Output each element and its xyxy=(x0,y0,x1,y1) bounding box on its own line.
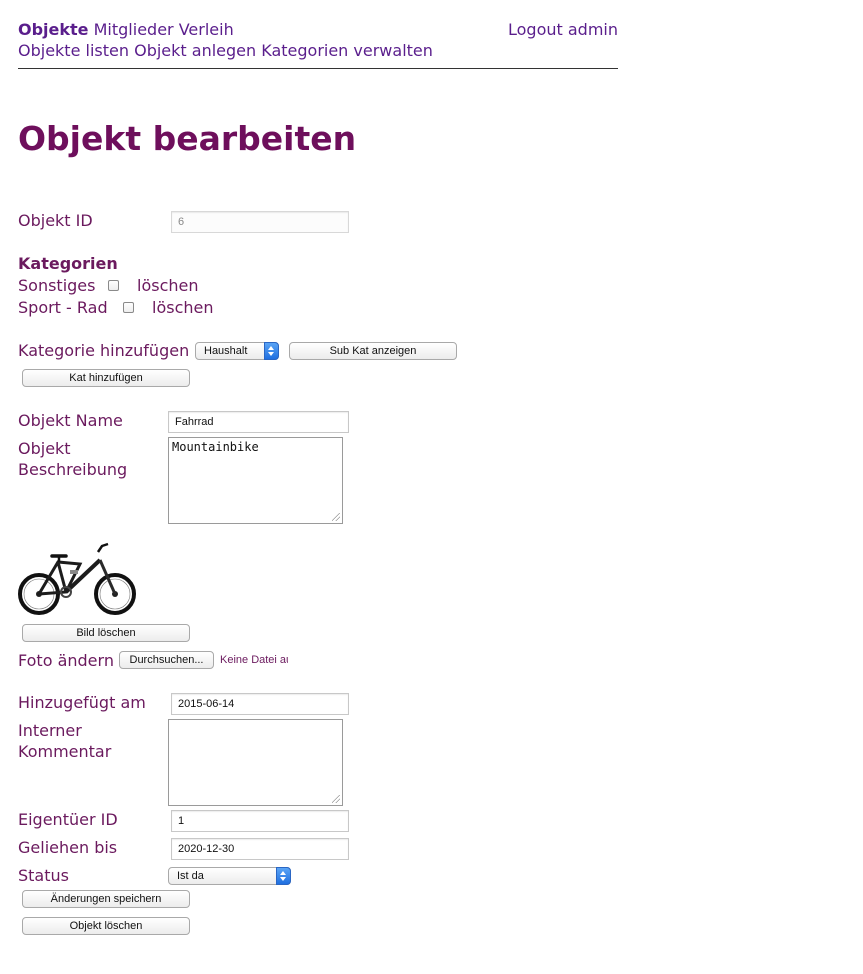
bild-loeschen-button[interactable]: Bild löschen xyxy=(22,624,190,642)
aenderungen-speichern-button[interactable]: Änderungen speichern xyxy=(22,890,190,908)
select-arrows-icon xyxy=(264,342,279,360)
keine-datei-text: Keine Datei au xyxy=(220,654,288,666)
objekt-id-label: Objekt ID xyxy=(18,211,93,230)
status-label: Status xyxy=(18,866,69,885)
kat-hinzufuegen-button[interactable]: Kat hinzufügen xyxy=(22,369,190,387)
objekt-name-input[interactable]: Fahrrad xyxy=(168,411,349,433)
nav-mitglieder[interactable]: Mitglieder xyxy=(94,20,174,39)
resize-grip-icon[interactable] xyxy=(332,513,340,521)
hinzugefuegt-label: Hinzugefügt am xyxy=(18,693,146,712)
category-name-sonstiges: Sonstiges xyxy=(18,276,96,295)
main-nav: Objekte Mitglieder Verleih xyxy=(18,20,234,39)
nav-objekte[interactable]: Objekte xyxy=(18,20,89,39)
category-delete-checkbox-sonstiges[interactable] xyxy=(108,280,119,291)
kommentar-label-line2: Kommentar xyxy=(18,742,112,761)
eigentuemer-label: Eigentüer ID xyxy=(18,810,118,829)
foto-aendern-label: Foto ändern xyxy=(18,651,114,670)
beschreibung-text: Mountainbike xyxy=(172,440,259,454)
kategorie-hinzufuegen-label: Kategorie hinzufügen xyxy=(18,341,190,360)
kommentar-textarea[interactable] xyxy=(168,719,343,806)
kategorie-select-value: Haushalt xyxy=(204,345,248,357)
logout-link[interactable]: Logout admin xyxy=(508,20,618,39)
geliehen-label: Geliehen bis xyxy=(18,838,118,857)
nav-objekte-listen[interactable]: Objekte listen xyxy=(18,41,129,60)
beschreibung-label-line1: Objekt xyxy=(18,439,71,458)
objekt-name-label: Objekt Name xyxy=(18,411,123,430)
beschreibung-label-line2: Beschreibung xyxy=(18,460,128,479)
category-delete-label-sonstiges: löschen xyxy=(137,276,199,295)
category-delete-checkbox-sport-rad[interactable] xyxy=(123,302,134,313)
nav-kategorien-verwalten[interactable]: Kategorien verwalten xyxy=(261,41,433,60)
bicycle-image xyxy=(18,542,136,615)
objekt-id-input: 6 xyxy=(171,211,349,233)
hinzugefuegt-input[interactable]: 2015-06-14 xyxy=(171,693,349,715)
category-name-sport-rad: Sport - Rad xyxy=(18,298,108,317)
kategorien-heading: Kategorien xyxy=(18,254,118,273)
kommentar-label-line1: Interner xyxy=(18,721,82,740)
nav-verleih[interactable]: Verleih xyxy=(179,20,234,39)
resize-grip-icon[interactable] xyxy=(332,795,340,803)
beschreibung-textarea[interactable]: Mountainbike xyxy=(168,437,343,524)
nav-divider xyxy=(18,68,618,69)
select-arrows-icon xyxy=(276,867,291,885)
status-select-value: Ist da xyxy=(177,870,204,882)
geliehen-input[interactable]: 2020-12-30 xyxy=(171,838,349,860)
nav-objekt-anlegen[interactable]: Objekt anlegen xyxy=(134,41,256,60)
sub-kat-anzeigen-button[interactable]: Sub Kat anzeigen xyxy=(289,342,457,360)
kategorie-select[interactable]: Haushalt xyxy=(195,342,279,360)
objekt-loeschen-button[interactable]: Objekt löschen xyxy=(22,917,190,935)
eigentuemer-input[interactable]: 1 xyxy=(171,810,349,832)
durchsuchen-button[interactable]: Durchsuchen... xyxy=(119,651,214,669)
status-select[interactable]: Ist da xyxy=(168,867,291,885)
category-delete-label-sport-rad: löschen xyxy=(152,298,214,317)
page-title: Objekt bearbeiten xyxy=(18,119,357,158)
sub-nav: Objekte listen Objekt anlegen Kategorien… xyxy=(18,41,433,60)
